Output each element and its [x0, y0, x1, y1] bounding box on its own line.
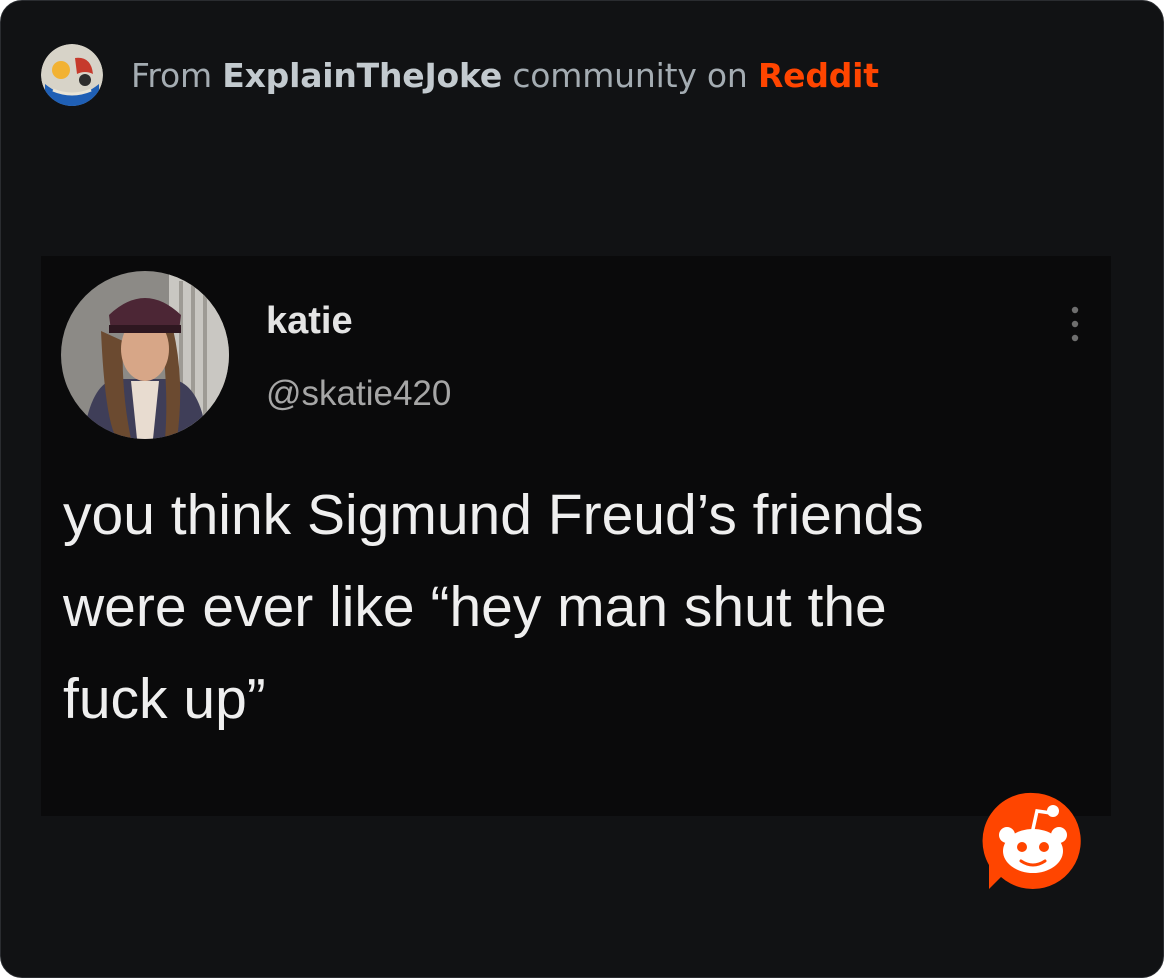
tweet-screenshot: katie @skatie420 you think Sigmund Freud… [41, 256, 1111, 816]
tweet-body: you think Sigmund Freud’s friends were e… [63, 483, 924, 731]
embed-card: From ExplainTheJoke community on Reddit … [0, 0, 1164, 978]
profile-photo [61, 271, 229, 439]
tweet-display-name[interactable]: katie [266, 300, 353, 343]
community-link[interactable]: ExplainTheJoke [222, 56, 502, 95]
source-prefix: From [131, 55, 223, 95]
more-vertical-icon[interactable] [1069, 304, 1081, 344]
community-avatar-icon[interactable] [41, 44, 103, 106]
reddit-snoo-icon[interactable] [981, 789, 1085, 893]
embed-header: From ExplainTheJoke community on Reddit [41, 43, 879, 107]
embed-source-line: From ExplainTheJoke community on Reddit [131, 56, 879, 95]
reddit-link[interactable]: Reddit [758, 56, 879, 95]
tweet-handle[interactable]: @skatie420 [266, 374, 451, 414]
source-middle: community on [502, 55, 758, 95]
